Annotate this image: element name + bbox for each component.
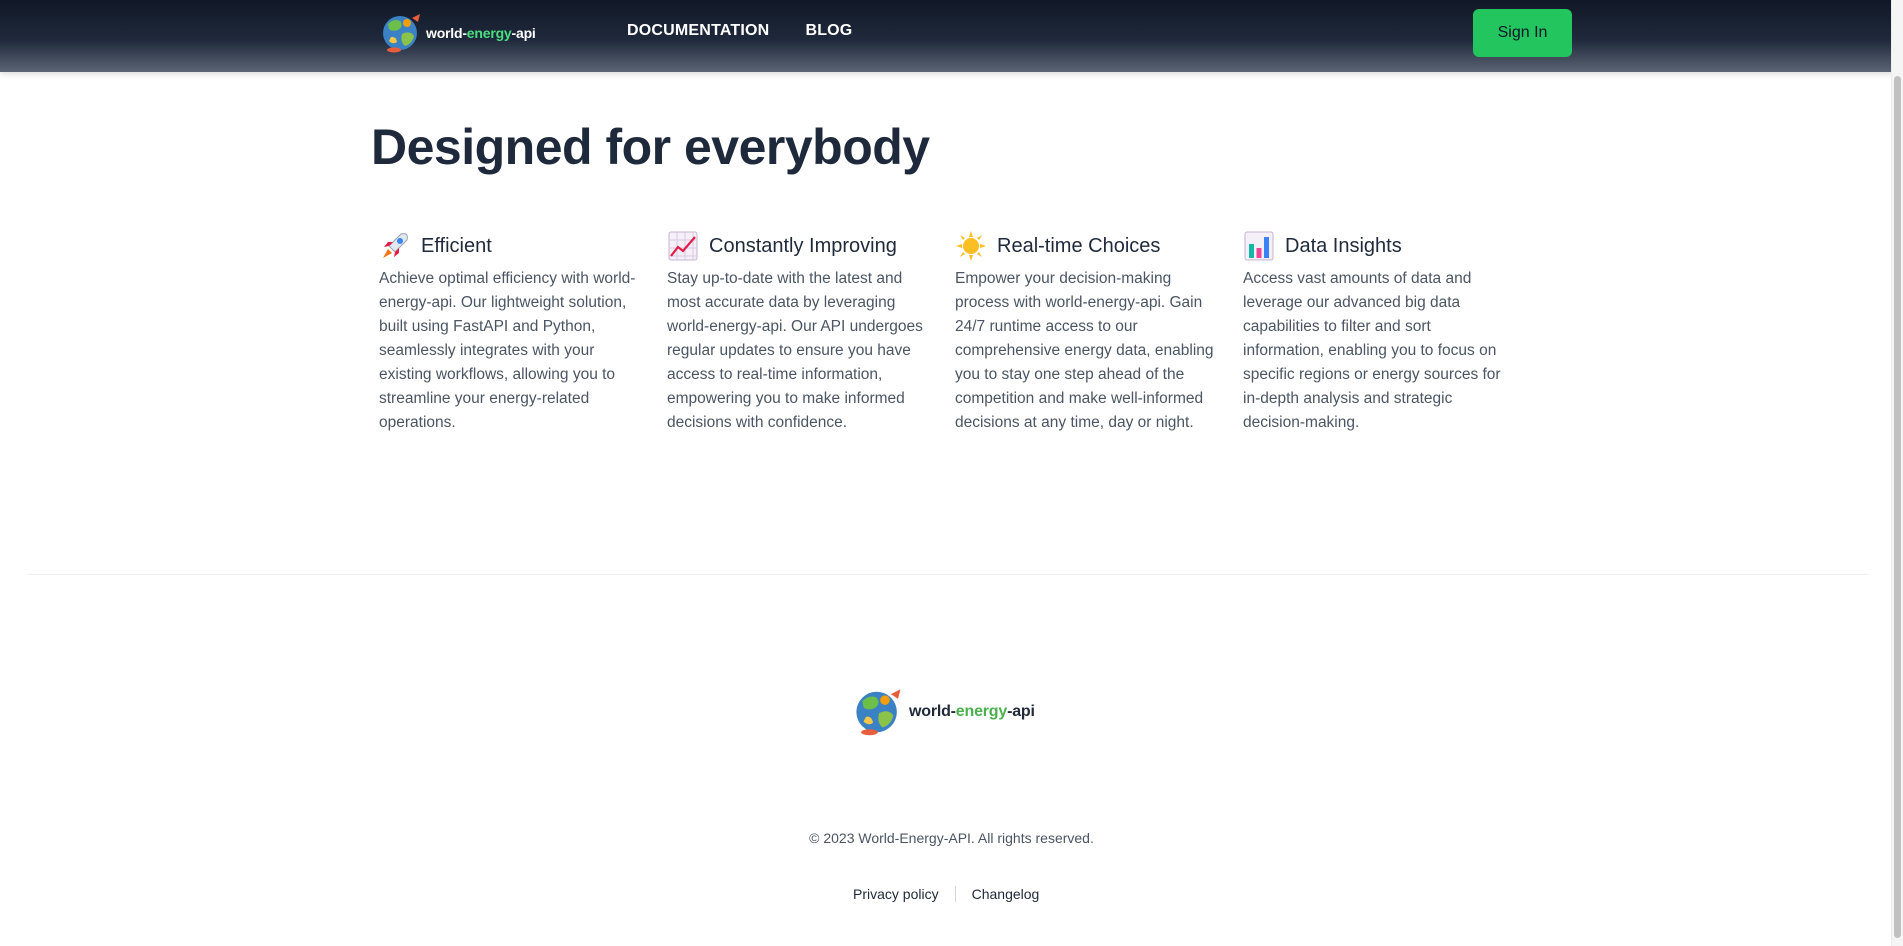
feature-card-efficient: Efficient Achieve optimal efficiency wit…	[379, 229, 649, 435]
feature-card-real-time-choices: Real-time Choices Empower your decision-…	[955, 229, 1225, 435]
globe-logo-icon	[851, 687, 907, 737]
globe-logo-icon	[380, 12, 424, 54]
scrollbar-thumb[interactable]	[1894, 76, 1901, 938]
feature-title: Real-time Choices	[997, 234, 1161, 257]
header-logo-text: world-energy-api	[426, 25, 536, 41]
changelog-link[interactable]: Changelog	[972, 886, 1040, 902]
feature-card-data-insights: Data Insights Access vast amounts of dat…	[1243, 229, 1513, 435]
feature-card-constantly-improving: Constantly Improving Stay up-to-date wit…	[667, 229, 937, 435]
page-headline: Designed for everybody	[371, 119, 930, 175]
header-logo[interactable]: world-energy-api	[380, 12, 536, 54]
footer-logo[interactable]: world-energy-api	[851, 687, 1035, 737]
bar-chart-icon	[1243, 230, 1275, 262]
feature-description: Achieve optimal efficiency with world-en…	[379, 270, 636, 431]
nav-blog-link[interactable]: BLOG	[805, 22, 852, 40]
section-divider	[28, 574, 1868, 575]
feature-description: Access vast amounts of data and leverage…	[1243, 270, 1501, 431]
feature-title: Data Insights	[1285, 234, 1402, 257]
rocket-icon	[379, 230, 411, 262]
nav-documentation-link[interactable]: DOCUMENTATION	[627, 22, 769, 40]
sun-icon	[955, 230, 987, 262]
feature-title: Constantly Improving	[709, 234, 897, 257]
footer-link-separator	[954, 886, 956, 902]
footer-logo-text: world-energy-api	[909, 703, 1035, 720]
main-nav: DOCUMENTATION BLOG	[627, 22, 852, 40]
copyright-text: © 2023 World-Energy-API. All rights rese…	[809, 830, 1094, 846]
chart-increasing-icon	[667, 230, 699, 262]
feature-description: Empower your decision-making process wit…	[955, 270, 1214, 431]
page: world-energy-api DOCUMENTATION BLOG Sign…	[0, 0, 1903, 946]
top-nav-bar: world-energy-api DOCUMENTATION BLOG Sign…	[0, 0, 1903, 72]
feature-description: Stay up-to-date with the latest and most…	[667, 270, 923, 431]
vertical-scrollbar[interactable]	[1891, 0, 1903, 946]
feature-title: Efficient	[421, 234, 492, 257]
sign-in-button[interactable]: Sign In	[1473, 9, 1572, 57]
footer-links: Privacy policy Changelog	[853, 886, 1039, 902]
privacy-policy-link[interactable]: Privacy policy	[853, 886, 939, 902]
